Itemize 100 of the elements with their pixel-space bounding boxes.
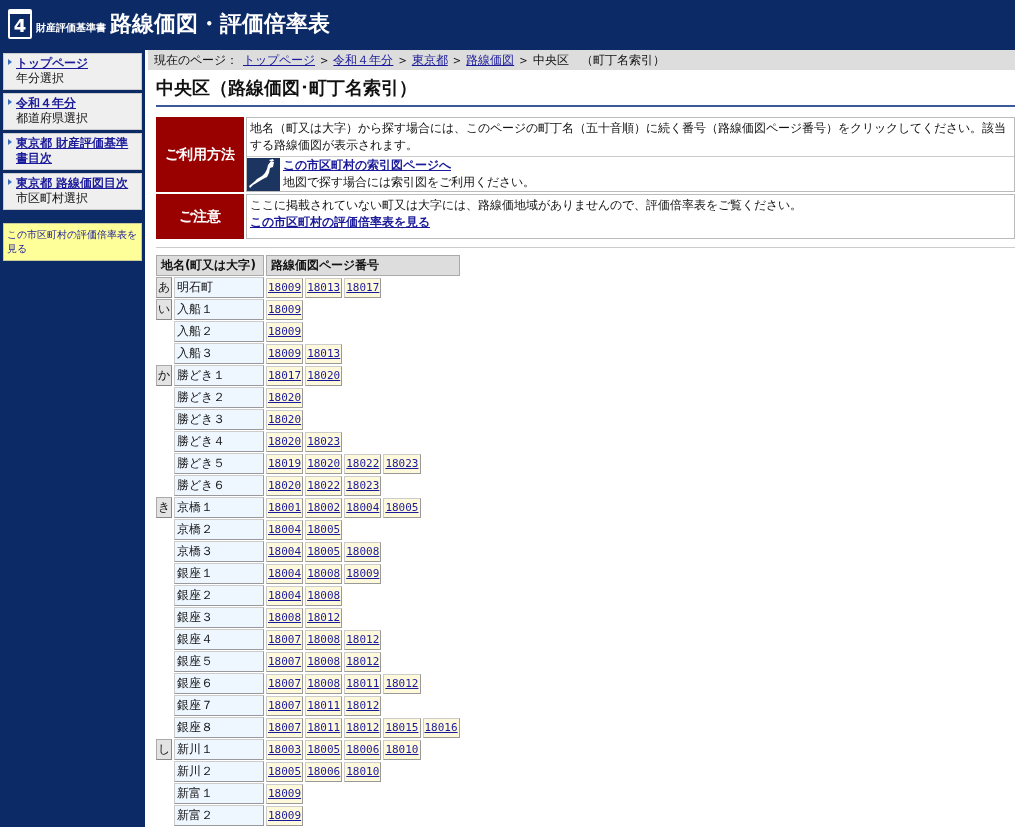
bullet-icon [8, 179, 12, 185]
info-note: 地図で探す場合には索引図をご利用ください。 [283, 174, 535, 191]
page-number-link[interactable]: 18007 [266, 695, 304, 716]
page-number-link[interactable]: 18020 [266, 387, 304, 408]
page-number-link[interactable]: 18011 [305, 695, 343, 716]
page-number-link[interactable]: 18010 [344, 761, 382, 782]
page-number-link[interactable]: 18020 [266, 409, 304, 430]
page-number-link[interactable]: 18002 [305, 497, 343, 518]
separator-icon: > [320, 54, 329, 66]
page-number-link[interactable]: 18008 [344, 541, 382, 562]
page-number-link[interactable]: 18008 [266, 607, 304, 628]
page-number-link[interactable]: 18009 [266, 805, 304, 826]
place-name-cell: 京橋２ [174, 519, 264, 540]
page-number-link[interactable]: 18016 [422, 717, 460, 738]
page-number-link[interactable]: 18023 [305, 431, 343, 452]
page-number-link[interactable]: 18008 [305, 563, 343, 584]
page-number-link[interactable]: 18012 [383, 673, 421, 694]
page-number-link[interactable]: 18007 [266, 673, 304, 694]
page-number-link[interactable]: 18008 [305, 651, 343, 672]
page-number-link[interactable]: 18009 [266, 277, 304, 298]
page-number-link[interactable]: 18022 [344, 453, 382, 474]
separator-icon: > [519, 54, 528, 66]
page-number-link[interactable]: 18012 [344, 651, 382, 672]
page-number-link[interactable]: 18017 [344, 277, 382, 298]
page-number-link[interactable]: 18013 [305, 343, 343, 364]
page-number-link[interactable]: 18005 [305, 541, 343, 562]
page-number-link[interactable]: 18010 [383, 739, 421, 760]
page-number-link[interactable]: 18015 [383, 717, 421, 738]
page-number-link[interactable]: 18006 [344, 739, 382, 760]
page-number-link[interactable]: 18007 [266, 651, 304, 672]
page-number-link[interactable]: 18012 [344, 717, 382, 738]
sidebar-subtext: 市区町村選択 [16, 191, 89, 206]
place-name-cell: 銀座３ [174, 607, 264, 628]
page-number-link[interactable]: 18007 [266, 717, 304, 738]
bullet-icon [8, 99, 12, 105]
breadcrumb-link[interactable]: 令和４年分 [333, 51, 394, 69]
page-number-link[interactable]: 18009 [266, 299, 304, 320]
page-number-link[interactable]: 18020 [266, 475, 304, 496]
place-name-cell: 勝どき２ [174, 387, 264, 408]
page-number-link[interactable]: 18005 [266, 761, 304, 782]
kana-label: し [156, 739, 172, 760]
page-number-link[interactable]: 18011 [305, 717, 343, 738]
page-number-link[interactable]: 18020 [305, 453, 343, 474]
page-number-link[interactable]: 18006 [305, 761, 343, 782]
sidebar-notice[interactable]: この市区町村の評価倍率表を見る [3, 223, 142, 261]
page-number-link[interactable]: 18008 [305, 585, 343, 606]
place-name-cell: 勝どき５ [174, 453, 264, 474]
place-name-cell: 新富１ [174, 783, 264, 804]
page-number-link[interactable]: 18022 [305, 475, 343, 496]
page-number-link[interactable]: 18020 [266, 431, 304, 452]
place-name-cell: 銀座２ [174, 585, 264, 606]
page-number-link[interactable]: 18023 [383, 453, 421, 474]
breadcrumb-link[interactable]: 東京都 [411, 51, 448, 69]
page-number-link[interactable]: 18004 [266, 585, 304, 606]
page-number-link[interactable]: 18001 [266, 497, 304, 518]
sidebar-link[interactable]: 東京都 路線価図目次 [16, 176, 138, 191]
page-number-link[interactable]: 18009 [344, 563, 382, 584]
multiplier-table-link[interactable]: この市区町村の評価倍率表を見る [247, 215, 430, 229]
page-number-link[interactable]: 18004 [344, 497, 382, 518]
page-number-link[interactable]: 18023 [344, 475, 382, 496]
sidebar-subtext: 都道府県選択 [16, 111, 89, 126]
page-number-link[interactable]: 18005 [383, 497, 421, 518]
page-number-link[interactable]: 18003 [266, 739, 304, 760]
page-number-link[interactable]: 18011 [344, 673, 382, 694]
page-number-link[interactable]: 18012 [305, 607, 343, 628]
logo-icon: 4 [8, 8, 32, 39]
page-number-link[interactable]: 18005 [305, 739, 343, 760]
place-name-cell: 入船１ [174, 299, 264, 320]
page-number-link[interactable]: 18019 [266, 453, 304, 474]
breadcrumb-link[interactable]: 路線価図 [466, 51, 515, 69]
info-text: 地名（町又は大字）から探す場合には、このページの町丁名（五十音順）に続く番号（路線価図ページ番号）をクリックしてください。該当する路線価図が表示されます。 [247, 118, 1014, 157]
site-subtitle: 財産評価基準書 [36, 20, 106, 35]
page-number-link[interactable]: 18020 [305, 365, 343, 386]
page-number-link[interactable]: 18009 [266, 783, 304, 804]
page-number-link[interactable]: 18004 [266, 563, 304, 584]
place-name-cell: 入船２ [174, 321, 264, 342]
page-number-link[interactable]: 18004 [266, 541, 304, 562]
page-number-link[interactable]: 18004 [266, 519, 304, 540]
breadcrumb-link[interactable]: トップページ [243, 51, 315, 69]
sidebar-link[interactable]: トップページ [16, 56, 138, 71]
place-name-cell: 京橋１ [174, 497, 264, 518]
sidebar-link[interactable]: 東京都 財産評価基準書目次 [16, 136, 138, 166]
sidebar-link[interactable]: 令和４年分 [16, 96, 138, 111]
index-map-link[interactable]: この市区町村の索引図ページへ [283, 158, 451, 172]
place-name-cell: 入船３ [174, 343, 264, 364]
page-number-link[interactable]: 18007 [266, 629, 304, 650]
page-number-link[interactable]: 18008 [305, 629, 343, 650]
page-number-link[interactable]: 18012 [344, 695, 382, 716]
page-number-link[interactable]: 18009 [266, 343, 304, 364]
place-name-cell: 銀座６ [174, 673, 264, 694]
breadcrumb-current: 中央区 （町丁名索引） [532, 51, 665, 69]
page-number-link[interactable]: 18009 [266, 321, 304, 342]
page-number-link[interactable]: 18008 [305, 673, 343, 694]
page-number-link[interactable]: 18012 [344, 629, 382, 650]
page-number-link[interactable]: 18013 [305, 277, 343, 298]
page-number-link[interactable]: 18017 [266, 365, 304, 386]
page-number-link[interactable]: 18005 [305, 519, 343, 540]
separator-icon: > [398, 54, 407, 66]
column-header: 路線価図ページ番号 [266, 255, 460, 276]
kana-label: い [156, 299, 172, 320]
